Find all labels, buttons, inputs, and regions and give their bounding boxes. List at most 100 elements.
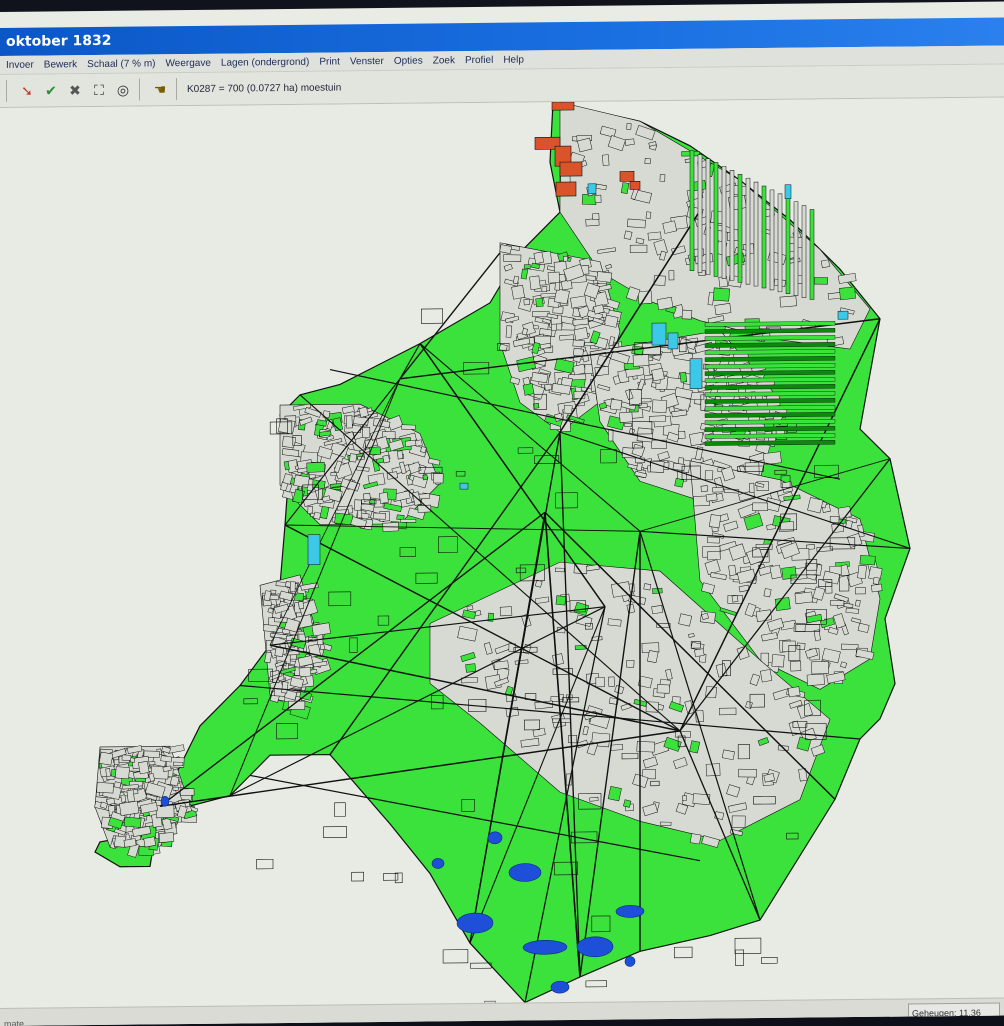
parcel[interactable] <box>559 334 574 341</box>
parcel[interactable] <box>731 595 739 603</box>
parcel[interactable] <box>728 564 737 576</box>
parcel[interactable] <box>129 757 136 763</box>
parcel[interactable] <box>624 422 633 428</box>
strip-parcel[interactable] <box>761 185 767 289</box>
parcel[interactable] <box>589 796 599 802</box>
parcel[interactable] <box>781 481 793 493</box>
field-parcel-outline[interactable] <box>470 962 492 969</box>
field-parcel-outline[interactable] <box>734 937 762 954</box>
parcel[interactable] <box>779 295 797 308</box>
menu-bewerk[interactable]: Bewerk <box>44 59 77 70</box>
parcel[interactable] <box>572 318 589 326</box>
pond[interactable] <box>522 939 568 955</box>
field-parcel-outline[interactable] <box>323 826 348 839</box>
menu-weergave[interactable]: Weergave <box>166 57 211 68</box>
strip-parcel[interactable] <box>769 189 775 291</box>
parcel[interactable] <box>660 821 672 826</box>
parcel[interactable] <box>533 325 539 330</box>
parcel[interactable] <box>623 799 632 808</box>
parcel[interactable] <box>563 404 573 414</box>
parcel[interactable] <box>672 462 686 471</box>
parcel[interactable] <box>106 797 115 805</box>
parcel[interactable] <box>466 605 474 611</box>
parcel[interactable] <box>523 264 531 269</box>
parcel[interactable] <box>555 595 567 606</box>
parcel[interactable] <box>293 474 310 488</box>
parcel[interactable] <box>796 642 806 651</box>
parcel[interactable] <box>608 676 615 687</box>
parcel[interactable] <box>544 383 552 391</box>
highlighted-parcel[interactable] <box>555 181 577 197</box>
parcel[interactable] <box>771 654 785 668</box>
parcel[interactable] <box>573 327 589 341</box>
parcel[interactable] <box>126 789 135 803</box>
parcel[interactable] <box>857 564 867 579</box>
field-parcel-outline[interactable] <box>585 980 607 988</box>
parcel[interactable] <box>636 462 643 471</box>
strip-parcel[interactable] <box>713 162 719 277</box>
parcel[interactable] <box>155 804 175 819</box>
parcel[interactable] <box>552 653 564 666</box>
parcel[interactable] <box>651 367 665 382</box>
pond[interactable] <box>431 858 445 869</box>
parcel[interactable] <box>353 499 362 511</box>
parcel[interactable] <box>668 270 675 281</box>
parcel[interactable] <box>712 287 731 302</box>
parcel[interactable] <box>643 583 652 591</box>
pond[interactable] <box>550 980 570 994</box>
parcel[interactable] <box>845 607 860 614</box>
parcel[interactable] <box>645 211 652 219</box>
parcel[interactable] <box>505 325 513 338</box>
strip-parcel[interactable] <box>689 150 695 272</box>
field-parcel-outline[interactable] <box>394 872 403 884</box>
pond[interactable] <box>456 912 494 934</box>
parcel[interactable] <box>806 673 825 686</box>
field-parcel-outline[interactable] <box>382 873 399 881</box>
parcel[interactable] <box>511 284 525 300</box>
parcel[interactable] <box>520 268 529 280</box>
parcel[interactable] <box>681 309 693 320</box>
hand-icon[interactable]: ☚ <box>150 79 170 99</box>
parcel[interactable] <box>169 775 180 787</box>
parcel[interactable] <box>749 482 755 494</box>
parcel[interactable] <box>607 618 622 627</box>
strip-parcel[interactable] <box>729 170 735 281</box>
parcel[interactable] <box>535 297 544 308</box>
strip-parcel[interactable] <box>737 173 743 283</box>
parcel[interactable] <box>656 296 674 311</box>
parcel[interactable] <box>532 311 550 318</box>
parcel[interactable] <box>679 371 688 383</box>
pond[interactable] <box>160 795 170 807</box>
pond[interactable] <box>487 831 503 845</box>
parcel[interactable] <box>644 158 651 165</box>
parcel[interactable] <box>172 786 179 791</box>
field-parcel-outline[interactable] <box>442 949 469 964</box>
pond[interactable] <box>508 863 542 882</box>
field-parcel-outline[interactable] <box>673 946 693 959</box>
parcel[interactable] <box>400 518 417 523</box>
field-parcel-outline[interactable] <box>735 949 745 966</box>
parcel[interactable] <box>629 244 648 253</box>
menu-opties[interactable]: Opties <box>394 55 423 66</box>
parcel[interactable] <box>553 288 570 305</box>
select-area-icon[interactable]: ⛶ <box>89 80 109 100</box>
parcel[interactable] <box>105 768 111 777</box>
delete-x-icon[interactable]: ✖ <box>65 80 85 100</box>
parcel[interactable] <box>682 795 687 801</box>
parcel[interactable] <box>98 751 114 766</box>
parcel[interactable] <box>706 550 721 561</box>
parcel[interactable] <box>694 648 705 657</box>
parcel[interactable] <box>632 354 650 367</box>
parcel[interactable] <box>825 582 833 594</box>
parcel[interactable] <box>503 254 522 262</box>
parcel[interactable] <box>499 606 513 617</box>
menu-schaal[interactable]: Schaal (7 % m) <box>87 58 155 70</box>
cyan-parcel[interactable] <box>651 322 667 346</box>
parcel[interactable] <box>541 286 548 292</box>
menu-invoer[interactable]: Invoer <box>6 59 34 70</box>
menu-profiel[interactable]: Profiel <box>465 54 493 65</box>
parcel[interactable] <box>807 497 824 514</box>
parcel[interactable] <box>568 734 578 744</box>
parcel[interactable] <box>678 613 693 627</box>
parcel[interactable] <box>306 461 325 473</box>
